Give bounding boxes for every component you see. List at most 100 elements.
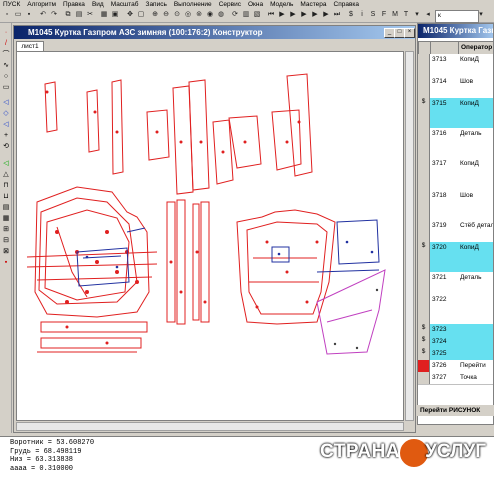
zoom-in-icon[interactable]: ⊕ (150, 10, 160, 20)
list-item[interactable]: 3713 КопиД (418, 54, 493, 77)
menu-item[interactable]: Правка (63, 1, 85, 8)
tab-sheet1[interactable]: лист1 (16, 41, 44, 51)
list-item[interactable]: 3717 КопиД (418, 158, 493, 191)
panel-status: Перейти РИСУНОК (417, 405, 494, 416)
info-icon[interactable]: i (357, 10, 367, 20)
dart-tool-icon[interactable]: △ (1, 170, 11, 179)
new-file-icon[interactable]: ▫ (2, 10, 12, 20)
rect-tool-icon[interactable]: ▭ (1, 83, 11, 92)
play-icon[interactable]: ▶ (277, 10, 287, 20)
open-file-icon[interactable]: ▭ (13, 10, 23, 20)
list-item[interactable]: 3721 Деталь (418, 272, 493, 295)
triangle-tool-icon[interactable]: ◁ (1, 98, 11, 107)
move-tool-icon[interactable]: + (1, 131, 11, 140)
zoom-prev-icon[interactable]: ⊚ (194, 10, 204, 20)
list-item[interactable]: 3718 Шов (418, 190, 493, 221)
play-first-icon[interactable]: ⏮ (266, 10, 276, 20)
select-icon[interactable]: ▢ (136, 10, 146, 20)
menu-item[interactable]: Окна (248, 1, 263, 8)
s-icon[interactable]: S (368, 10, 378, 20)
notch-tool-icon[interactable]: ⊔ (1, 192, 11, 201)
row-flag (418, 294, 430, 324)
zoom-fit-icon[interactable]: ◉ (205, 10, 215, 20)
combo-arrow-icon[interactable]: ▾ (476, 10, 486, 20)
menu-item[interactable]: Справка (334, 1, 360, 8)
list-item[interactable]: 3722 (418, 294, 493, 325)
f-icon[interactable]: F (379, 10, 389, 20)
arc-tool-icon[interactable]: ⌒ (1, 50, 11, 59)
menu-item[interactable]: Сервис (219, 1, 241, 8)
flag-tool-icon[interactable]: ◁ (1, 159, 11, 168)
paste-icon[interactable]: ▤ (74, 10, 84, 20)
list-item[interactable]: 3719 Стёб детал (418, 220, 493, 243)
step-over-icon[interactable]: ▶ (299, 10, 309, 20)
zoom-page-icon[interactable]: ◍ (216, 10, 226, 20)
detail-tool-icon[interactable]: ▦ (1, 214, 11, 223)
list-item[interactable]: 3716 Деталь (418, 128, 493, 159)
row-flag: $ (418, 336, 430, 348)
list-item[interactable]: $3715 КопиД (418, 98, 493, 129)
point-tool-icon[interactable]: · (1, 28, 11, 37)
split-tool-icon[interactable]: ⊟ (1, 236, 11, 245)
row-flag (418, 190, 430, 220)
redraw-icon[interactable]: ⟳ (230, 10, 240, 20)
row-number: 3717 (432, 160, 447, 167)
list-item[interactable]: 3714 Шов (418, 76, 493, 99)
save-icon[interactable]: ▪ (24, 10, 34, 20)
join-tool-icon[interactable]: ⊠ (1, 247, 11, 256)
line-tool-icon[interactable]: / (1, 39, 11, 48)
cut-icon[interactable]: ✂ (85, 10, 95, 20)
menu-item[interactable]: Мастера (300, 1, 326, 8)
horizontal-scrollbar[interactable] (16, 422, 404, 431)
run-to-icon[interactable]: ▶ (321, 10, 331, 20)
menu-item[interactable]: Модель (270, 1, 293, 8)
row-flag (418, 128, 430, 158)
step-into-icon[interactable]: ▶ (310, 10, 320, 20)
layers-icon[interactable]: ▧ (252, 10, 262, 20)
copy-icon[interactable]: ⧉ (63, 10, 73, 20)
preview-icon[interactable]: ▣ (110, 10, 120, 20)
redo-icon[interactable]: ↷ (49, 10, 59, 20)
zoom-out-icon[interactable]: ⊖ (161, 10, 171, 20)
circle-tool-icon[interactable]: ○ (1, 72, 11, 81)
measure-tool-icon[interactable]: ◇ (1, 109, 11, 118)
seam-tool-icon[interactable]: ⊓ (1, 181, 11, 190)
menu-item[interactable]: Масштаб (111, 1, 139, 8)
step-icon[interactable]: ▶ (288, 10, 298, 20)
play-last-icon[interactable]: ⏭ (332, 10, 342, 20)
label-tool-icon[interactable]: ▤ (1, 203, 11, 212)
vertical-scrollbar[interactable] (405, 51, 414, 421)
back-icon[interactable]: ◂ (423, 10, 433, 20)
list-item[interactable]: $3720 КопиД (418, 242, 493, 273)
menu-item[interactable]: Запись (146, 1, 167, 8)
close-button[interactable]: × (404, 28, 415, 38)
zoom-all-icon[interactable]: ◎ (183, 10, 193, 20)
row-flag (418, 54, 430, 76)
row-operator: Шов (460, 78, 474, 85)
grade-tool-icon[interactable]: ⊞ (1, 225, 11, 234)
zoom-window-icon[interactable]: ⊙ (172, 10, 182, 20)
mirror-tool-icon[interactable]: ◁ (1, 120, 11, 129)
drawing-canvas[interactable] (16, 51, 404, 421)
rotate-tool-icon[interactable]: ⟲ (1, 142, 11, 151)
row-operator: Перейти (460, 362, 486, 369)
row-number: 3722 (432, 296, 447, 303)
list-item[interactable]: 3727 Точка (418, 372, 493, 385)
print-icon[interactable]: ▦ (99, 10, 109, 20)
column-header-operator[interactable]: Оператор (458, 41, 493, 55)
menu-item[interactable]: ПУСК (3, 1, 20, 8)
curve-tool-icon[interactable]: ∿ (1, 61, 11, 70)
dropdown-arrow-icon[interactable]: ▾ (412, 10, 422, 20)
m-icon[interactable]: M (390, 10, 400, 20)
menu-item[interactable]: Вид (92, 1, 104, 8)
t-icon[interactable]: T (401, 10, 411, 20)
menu-item[interactable]: Выполнение (174, 1, 212, 8)
row-flag (418, 372, 430, 384)
undo-icon[interactable]: ↶ (38, 10, 48, 20)
grid-icon[interactable]: ▥ (241, 10, 251, 20)
menu-item[interactable]: Алгоритм (27, 1, 56, 8)
marker-tool-icon[interactable]: ▪ (1, 258, 11, 267)
pan-icon[interactable]: ✥ (125, 10, 135, 20)
operator-combo[interactable]: к (435, 10, 479, 23)
dollar-icon[interactable]: $ (346, 10, 356, 20)
